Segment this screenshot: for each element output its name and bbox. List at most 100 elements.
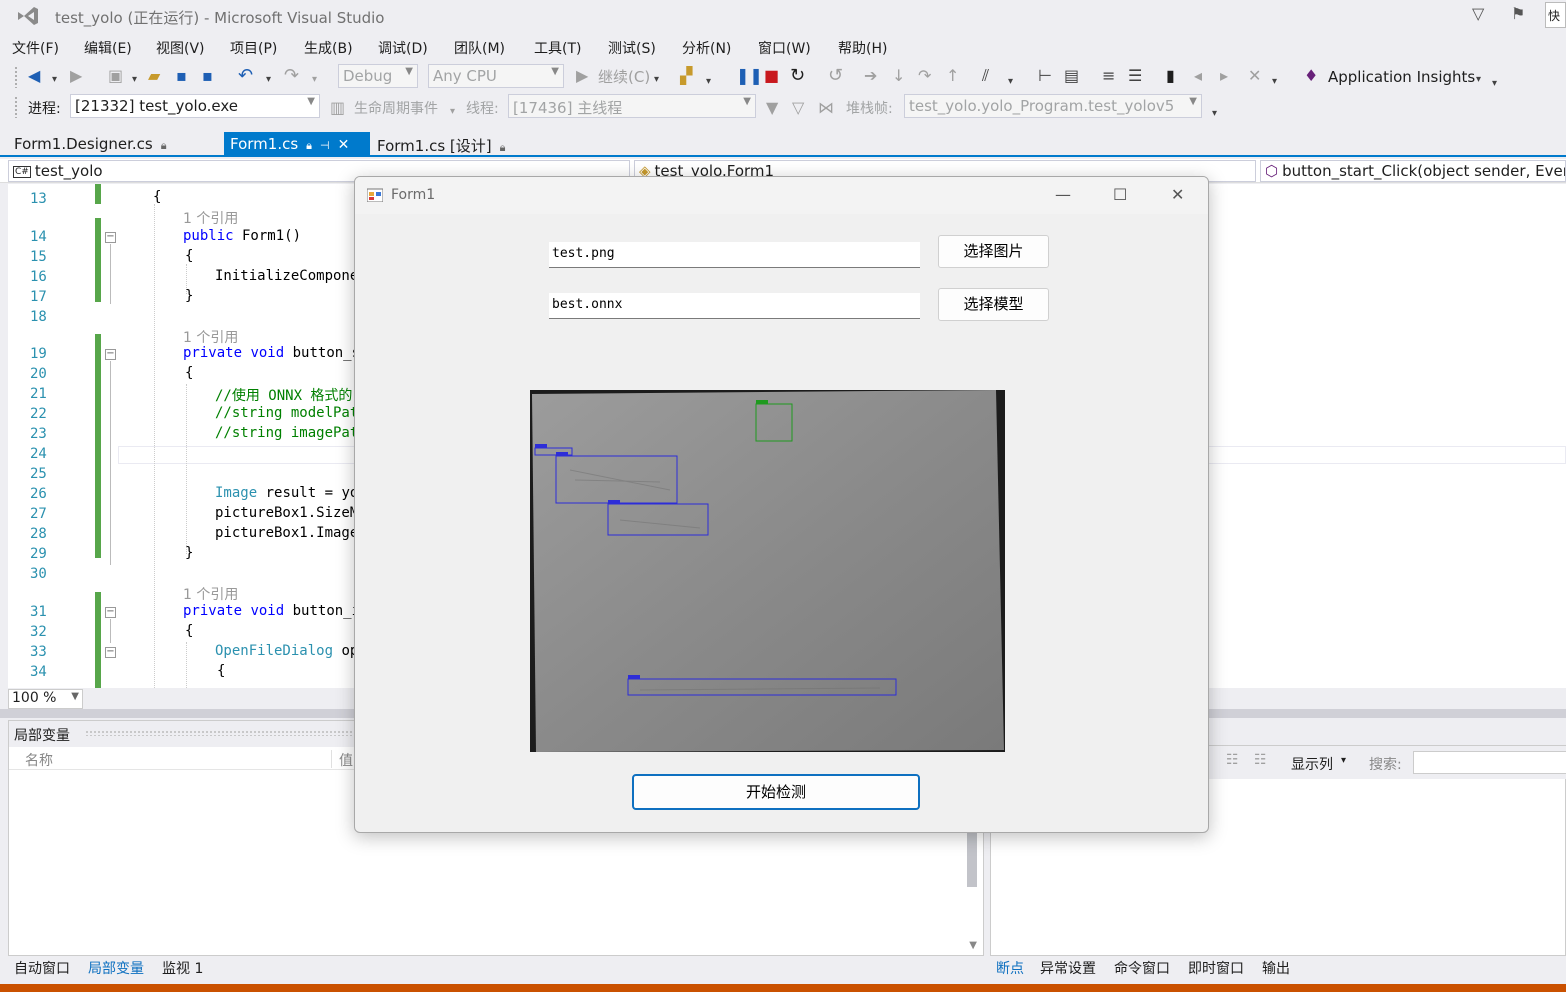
column-name[interactable]: 名称 [25,750,53,770]
form1-window[interactable]: Form1 — ☐ ✕ test.png 选择图片 best.onnx 选择模型 [354,176,1209,833]
export-icon[interactable]: ☷ [1226,752,1239,768]
member-select[interactable]: ⬡button_start_Click(object sender, Event… [1260,160,1566,182]
close-icon[interactable]: ✕ [1171,185,1184,204]
tab-form1-cs-design[interactable]: Form1.cs [设计] 🔒︎ [371,132,512,157]
navigate-forward-icon[interactable]: ▶ [70,66,82,86]
split-stack-icon[interactable]: ⋈ [818,98,834,118]
continue-icon[interactable]: ▶ [576,66,588,86]
tab-breakpoints[interactable]: 断点 [996,958,1024,978]
vertical-scrollbar-thumb[interactable] [967,831,977,887]
menu-build[interactable]: 生成(B) [304,38,353,58]
save-icon[interactable]: ▪ [176,66,187,86]
scroll-down-icon[interactable]: ▼ [969,940,977,951]
bookmark-icon[interactable]: ▮ [1166,66,1175,86]
reference-count-link[interactable]: 1 个引用 [183,584,238,604]
feedback-icon[interactable]: ⚑ [1511,4,1525,23]
menu-file[interactable]: 文件(F) [12,38,59,58]
back-dropdown-icon[interactable]: ▾ [52,70,57,90]
menu-team[interactable]: 团队(M) [454,38,505,58]
continue-dropdown-icon[interactable]: ▾ [654,70,659,90]
lifecycle-dropdown-icon[interactable]: ▾ [450,102,455,122]
tab-exception-settings[interactable]: 异常设置 [1040,958,1096,978]
platform-select[interactable]: Any CPU ▼ [428,64,564,88]
menu-tools[interactable]: 工具(T) [534,38,581,58]
tab-output[interactable]: 输出 [1262,958,1290,978]
collapse-toggle-icon[interactable]: − [105,349,116,360]
indent-icon[interactable]: ≡ [1102,66,1115,86]
breakpoints-search-input[interactable] [1413,751,1566,774]
select-image-button[interactable]: 选择图片 [938,235,1049,268]
lightbulb-icon[interactable]: ♦ [1304,66,1318,86]
toolbar-grip[interactable] [14,96,18,118]
column-value[interactable]: 值 [339,750,353,770]
pin-icon[interactable]: ⊣ [320,139,330,152]
solution-config-select[interactable]: Debug ▼ [338,64,418,88]
image-path-input[interactable]: test.png [549,242,920,268]
menu-project[interactable]: 项目(P) [230,38,277,58]
stack-frame-select[interactable]: test_yolo.yolo_Program.test_yolov5 ▼ [904,94,1202,118]
select-model-button[interactable]: 选择模型 [938,288,1049,321]
step-out-icon[interactable]: ↑ [946,66,959,86]
hot-reload-icon[interactable]: ↺ [828,66,843,86]
redo-icon[interactable]: ↷ [284,66,299,86]
new-dropdown-icon[interactable]: ▾ [132,70,137,90]
toolbar-overflow-icon[interactable]: ▾ [1212,104,1217,124]
undo-dropdown-icon[interactable]: ▾ [266,70,271,90]
threads-icon[interactable]: ▤ [1064,66,1079,86]
show-next-statement-icon[interactable]: ➔ [864,66,877,86]
undo-icon[interactable]: ↶ [238,66,253,86]
tab-form1-cs[interactable]: Form1.cs 🔒︎ ⊣ ✕ [224,132,370,157]
toolbar-overflow-icon[interactable]: ▾ [706,72,711,92]
tab-autos[interactable]: 自动窗口 [14,958,70,978]
attach-process-icon[interactable]: ▞ [680,66,692,86]
save-all-icon[interactable]: ▪ [202,66,213,86]
column-divider[interactable] [331,750,332,768]
step-over-icon[interactable]: ↷ [918,66,931,86]
menu-test[interactable]: 测试(S) [608,38,656,58]
application-insights-button[interactable]: Application Insights [1328,67,1475,87]
show-columns-button[interactable]: 显示列 [1291,754,1333,774]
zoom-level-select[interactable]: 100 % ▼ [8,689,83,709]
menu-help[interactable]: 帮助(H) [838,38,887,58]
collapse-toggle-icon[interactable]: − [105,647,116,658]
clear-bookmarks-icon[interactable]: ✕ [1248,66,1261,86]
toolbar-grip[interactable] [14,66,18,88]
prev-bookmark-icon[interactable]: ◂ [1194,66,1202,86]
tab-immediate-window[interactable]: 即时窗口 [1188,958,1244,978]
collapse-toggle-icon[interactable]: − [105,607,116,618]
menu-edit[interactable]: 编辑(E) [84,38,132,58]
lifecycle-events-icon[interactable]: ▥ [330,98,345,118]
menu-debug[interactable]: 调试(D) [378,38,428,58]
reference-count-link[interactable]: 1 个引用 [183,327,238,347]
step-into-icon[interactable]: ↓ [892,66,905,86]
model-path-input[interactable]: best.onnx [549,293,920,319]
menu-view[interactable]: 视图(V) [156,38,205,58]
flag-filter-icon[interactable]: ▽ [792,98,804,118]
insights-dropdown-icon[interactable]: ▾ [1476,70,1481,90]
close-icon[interactable]: ✕ [338,137,350,153]
start-detection-button[interactable]: 开始检测 [632,774,920,810]
navigate-back-icon[interactable]: ◀ [28,66,40,86]
lifecycle-events-button[interactable]: 生命周期事件 [354,98,438,118]
comment-icon[interactable]: ☰ [1128,66,1142,86]
tab-command-window[interactable]: 命令窗口 [1114,958,1170,978]
tab-watch-1[interactable]: 监视 1 [162,958,203,978]
process-explorer-icon[interactable]: ⊢ [1038,66,1052,86]
maximize-icon[interactable]: ☐ [1113,185,1127,204]
form1-title-bar[interactable]: Form1 — ☐ ✕ [355,177,1208,214]
toolbar-overflow-icon[interactable]: ▾ [1492,74,1497,94]
thread-select[interactable]: [17436] 主线程 ▼ [508,94,756,118]
process-select[interactable]: [21332] test_yolo.exe ▼ [70,94,320,118]
toolbar-overflow-icon[interactable]: ▾ [1272,72,1277,92]
quick-launch-input[interactable]: 快速 [1545,2,1566,28]
open-file-icon[interactable]: ▰ [148,66,160,86]
tab-form1-designer-cs[interactable]: Form1.Designer.cs 🔒︎ [8,132,173,157]
menu-analyze[interactable]: 分析(N) [682,38,731,58]
minimize-icon[interactable]: — [1055,185,1071,204]
filter-icon[interactable]: ▽ [1472,4,1484,23]
pause-icon[interactable]: ❚❚ [736,66,763,86]
redo-dropdown-icon[interactable]: ▾ [312,70,317,90]
continue-button[interactable]: 继续(C) [598,67,650,87]
show-columns-dropdown-icon[interactable]: ▾ [1341,755,1346,766]
next-bookmark-icon[interactable]: ▸ [1220,66,1228,86]
